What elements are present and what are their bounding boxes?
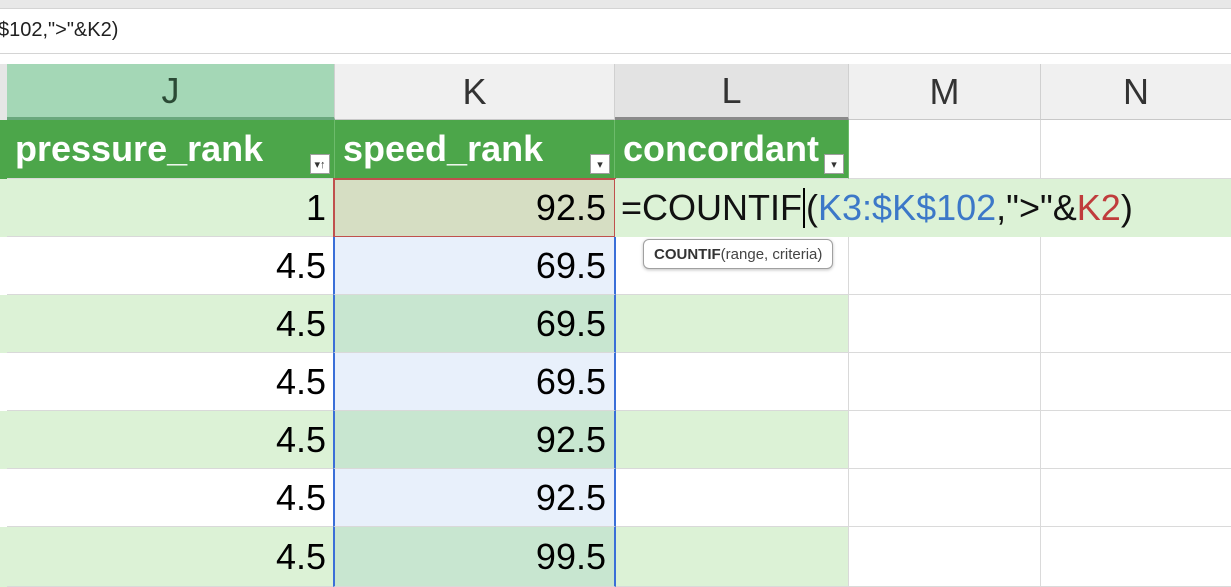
- cell-n[interactable]: [1041, 411, 1231, 469]
- cell-m[interactable]: [849, 411, 1041, 469]
- cell-concordant[interactable]: [616, 411, 849, 469]
- row-stub: [0, 411, 7, 469]
- formula-criteria-reference: K2: [1076, 187, 1121, 228]
- cell-n[interactable]: [1041, 469, 1231, 527]
- cell-speed-rank[interactable]: 99.5: [333, 527, 616, 587]
- column-header-k[interactable]: K: [335, 64, 615, 120]
- table-header-pressure-rank[interactable]: pressure_rank ▾↑: [7, 120, 335, 179]
- formula-close-paren: ): [1120, 187, 1133, 228]
- cell-pressure-rank[interactable]: 4.5: [7, 527, 335, 587]
- table-header-speed-rank[interactable]: speed_rank ▾: [335, 120, 615, 179]
- cell-speed-rank[interactable]: 69.5: [333, 237, 616, 295]
- tooltip-arguments: (range, criteria): [720, 245, 823, 263]
- row-header-stub: [0, 64, 7, 120]
- row-stub: [0, 353, 7, 411]
- row-stub: [0, 295, 7, 353]
- row-stub: [0, 237, 7, 295]
- cell-n[interactable]: [1041, 353, 1231, 411]
- cell-m[interactable]: [849, 295, 1041, 353]
- formula-criteria-text: ,">"&: [996, 187, 1077, 228]
- cell-speed-rank[interactable]: 69.5: [333, 295, 616, 353]
- cell-speed-rank-referenced[interactable]: 92.5: [333, 178, 616, 238]
- text-cursor: [803, 188, 806, 228]
- cell-pressure-rank[interactable]: 4.5: [7, 237, 335, 295]
- cell-concordant[interactable]: [616, 469, 849, 527]
- cell-m[interactable]: [849, 353, 1041, 411]
- cell-concordant[interactable]: [616, 353, 849, 411]
- column-header-m[interactable]: M: [849, 64, 1041, 120]
- formula-range-reference: K3:$K$102: [818, 187, 997, 228]
- cell-pressure-rank[interactable]: 4.5: [7, 295, 335, 353]
- row-stub: [0, 179, 7, 237]
- formula-bar-text[interactable]: $102,">"&K2): [0, 19, 118, 42]
- cell-pressure-rank[interactable]: 4.5: [7, 469, 335, 527]
- header-label: pressure_rank: [15, 128, 264, 169]
- toolbar-gap: [0, 54, 1231, 64]
- cell-m[interactable]: [849, 527, 1041, 587]
- cell-concordant[interactable]: [616, 295, 849, 353]
- formula-bar[interactable]: $102,">"&K2): [0, 8, 1231, 54]
- column-header-n[interactable]: N: [1041, 64, 1231, 120]
- column-header-l[interactable]: L: [615, 64, 849, 120]
- cell-m1[interactable]: [849, 120, 1041, 179]
- cell-speed-rank[interactable]: 92.5: [333, 411, 616, 469]
- cell-speed-rank[interactable]: 69.5: [333, 353, 616, 411]
- function-argument-tooltip[interactable]: COUNTIF (range, criteria): [643, 239, 834, 269]
- cell-concordant[interactable]: [616, 527, 849, 587]
- sort-ascending-filter-icon[interactable]: ▾↑: [310, 154, 330, 174]
- column-header-j[interactable]: J: [7, 64, 335, 120]
- cell-pressure-rank[interactable]: 4.5: [7, 353, 335, 411]
- cell-m[interactable]: [849, 469, 1041, 527]
- filter-dropdown-icon[interactable]: ▾: [824, 154, 844, 174]
- cell-speed-rank[interactable]: 92.5: [333, 469, 616, 527]
- cell-pressure-rank[interactable]: 4.5: [7, 411, 335, 469]
- table-header-concordant[interactable]: concordant ▾: [615, 120, 849, 179]
- cell-n[interactable]: [1041, 295, 1231, 353]
- ribbon-edge: [0, 0, 1231, 8]
- cell-n[interactable]: [1041, 237, 1231, 295]
- row-stub: [0, 469, 7, 527]
- cell-pressure-rank[interactable]: 1: [7, 179, 335, 237]
- cell-n[interactable]: [1041, 527, 1231, 587]
- cell-m[interactable]: [849, 237, 1041, 295]
- header-label: speed_rank: [343, 128, 544, 169]
- filter-dropdown-icon[interactable]: ▾: [590, 154, 610, 174]
- editing-cell-l2[interactable]: =COUNTIF(K3:$K$102 ,">"& K2): [615, 179, 1231, 237]
- cell-n1[interactable]: [1041, 120, 1231, 179]
- row-stub: [0, 120, 7, 179]
- formula-open-paren: (: [806, 187, 819, 228]
- row-stub: [0, 527, 7, 587]
- header-label: concordant: [623, 128, 820, 169]
- tooltip-function-name[interactable]: COUNTIF: [654, 246, 721, 263]
- formula-function: =COUNTIF: [621, 187, 803, 228]
